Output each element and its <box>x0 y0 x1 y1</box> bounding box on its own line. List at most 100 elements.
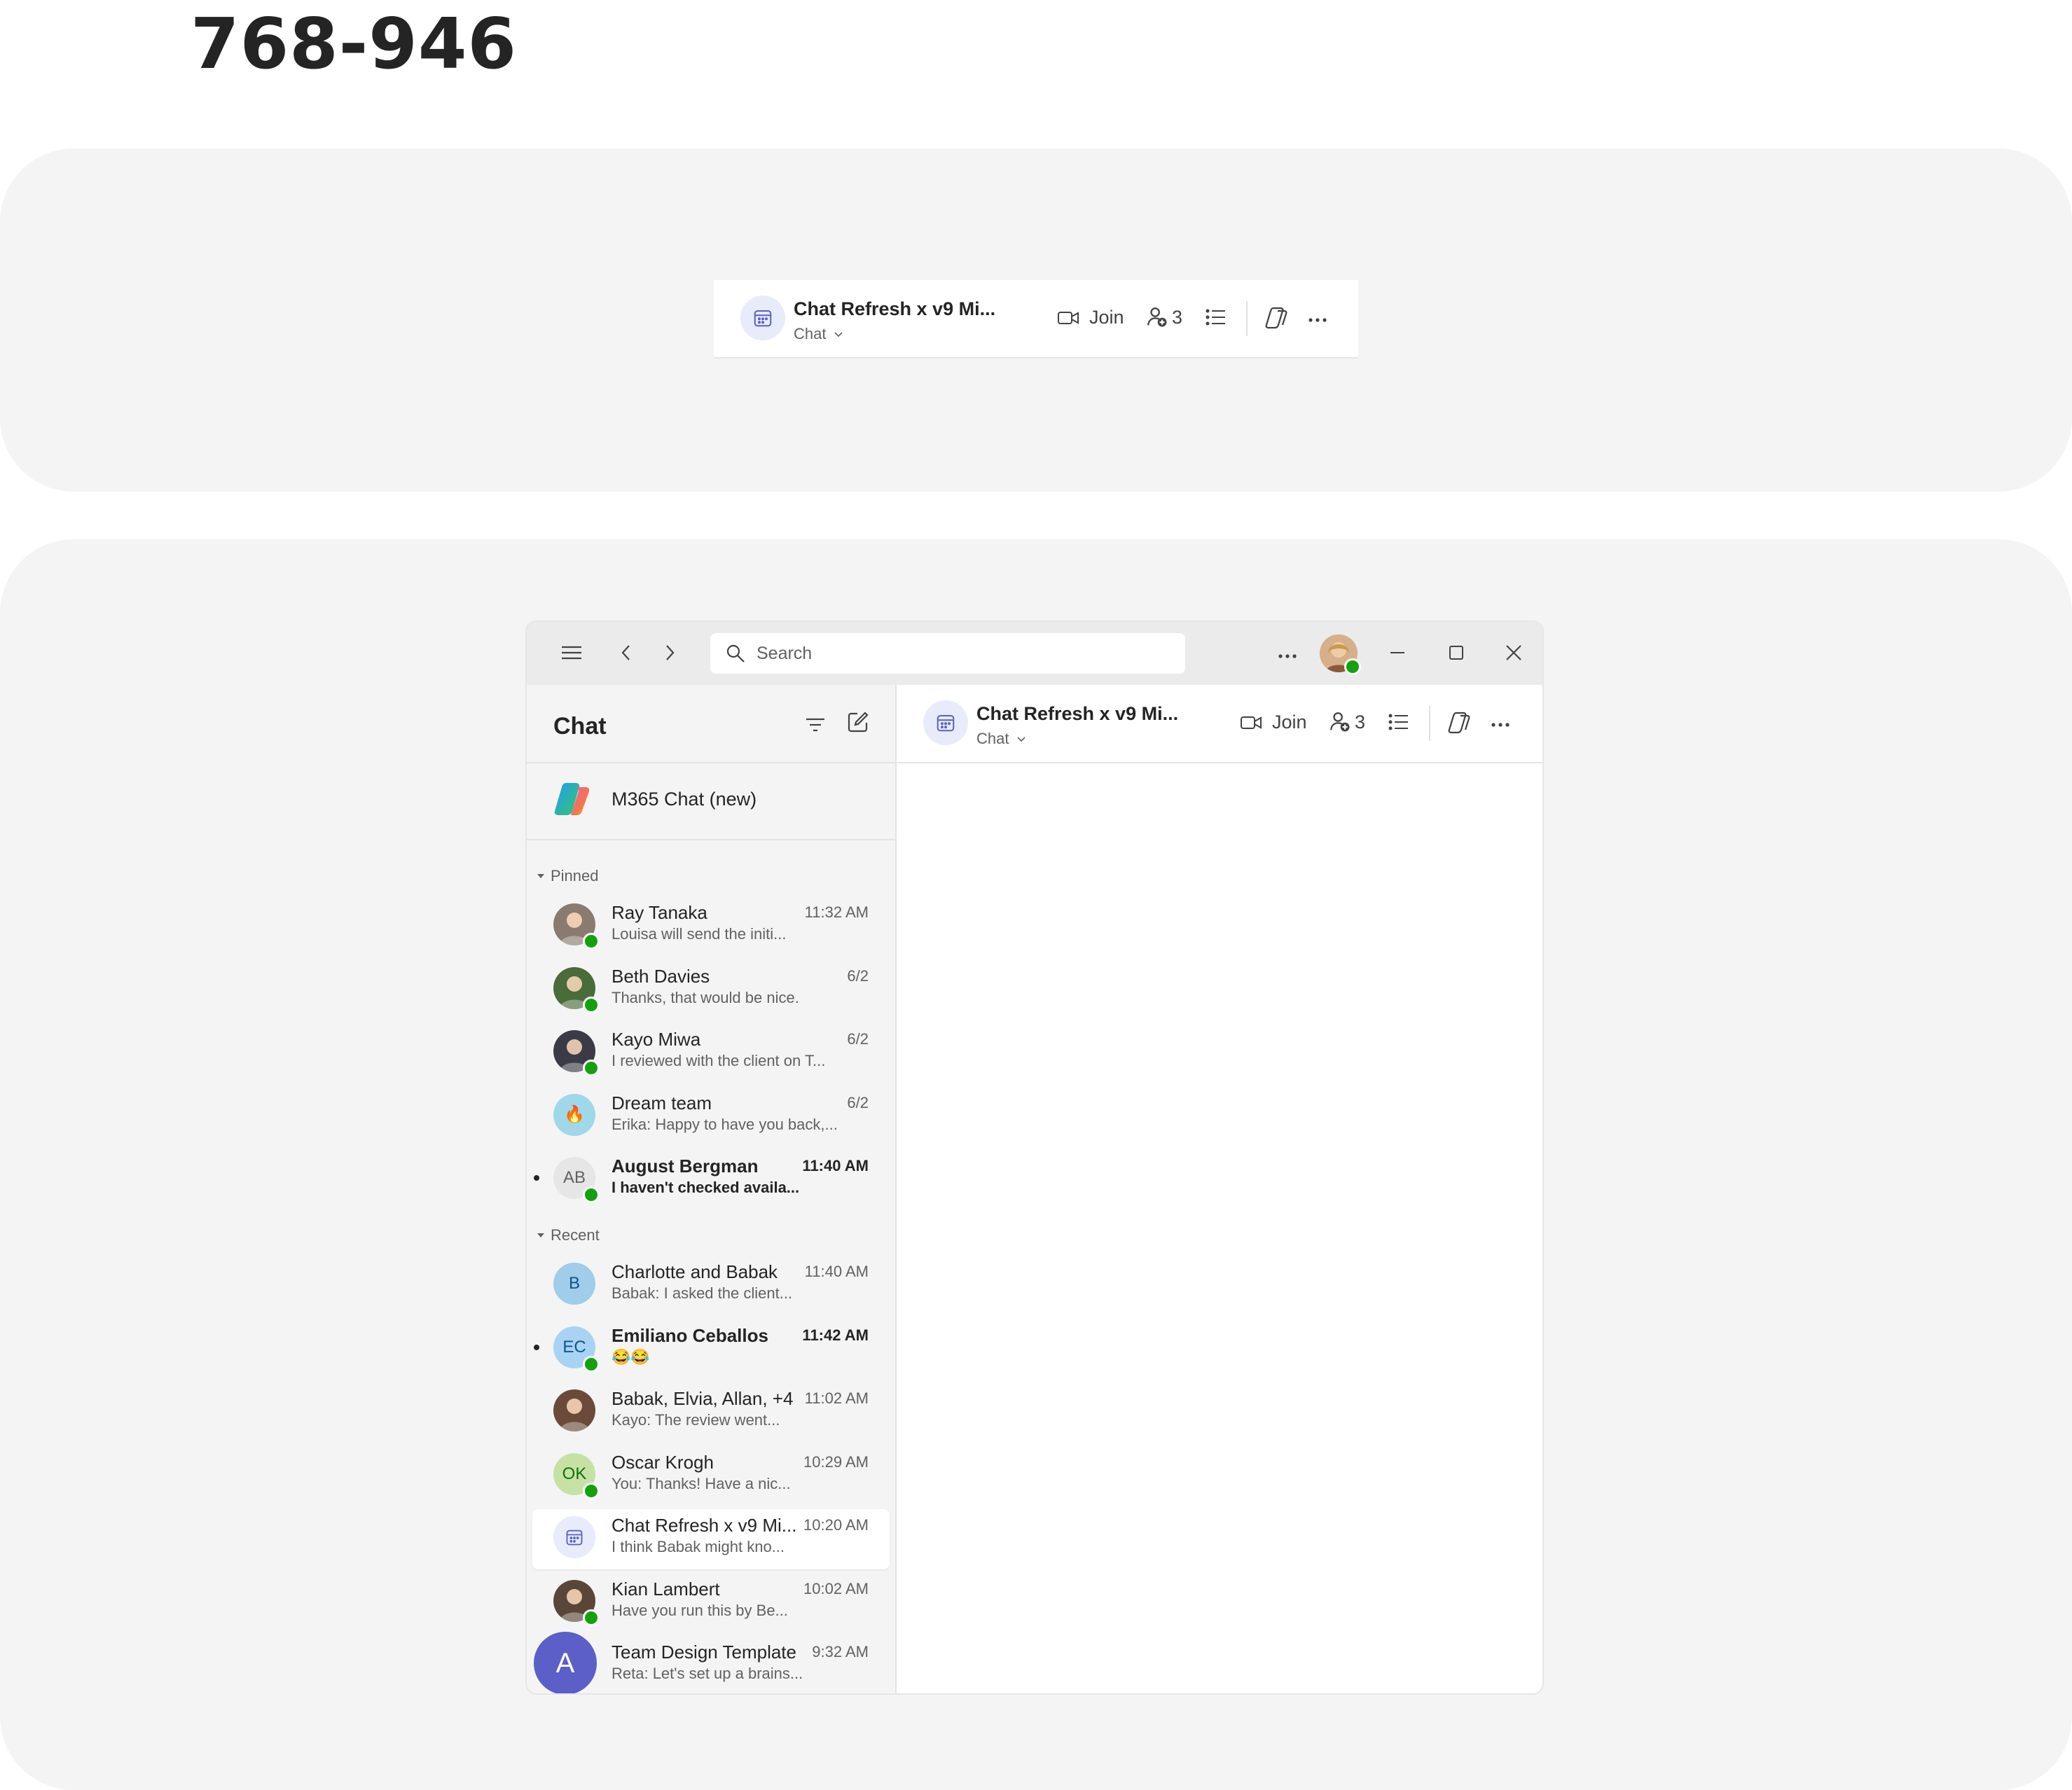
chat-preview: I haven't checked availa... <box>612 1179 800 1196</box>
more-horizontal-icon <box>1308 318 1327 322</box>
avatar-initials: A <box>555 1647 575 1679</box>
chat-preview: Reta: Let's set up a brains... <box>612 1665 803 1682</box>
search-placeholder: Search <box>757 643 813 663</box>
calendar-chat-avatar <box>740 296 785 340</box>
m365-chat-item[interactable]: M365 Chat (new) <box>527 762 895 839</box>
presence-badge <box>583 1609 600 1626</box>
chat-list-item[interactable]: 🔥 Dream team Erika: Happy to have you back… <box>532 1087 890 1147</box>
chat-preview: Thanks, that would be nice. <box>612 988 799 1006</box>
chat-subtitle-dropdown[interactable]: Chat <box>976 730 1027 748</box>
calendar-icon <box>754 310 772 327</box>
header-divider <box>1429 706 1430 741</box>
new-chat-button[interactable] <box>846 710 870 737</box>
chat-name: Charlotte and Babak <box>612 1261 778 1282</box>
forward-button[interactable] <box>661 640 678 669</box>
join-label: Join <box>1272 712 1307 733</box>
chat-list-item[interactable]: Ray Tanaka Louisa will send the initi... 1… <box>532 896 890 957</box>
chat-preview: Kayo: The review went... <box>612 1411 780 1429</box>
agenda-list-button[interactable] <box>1388 713 1409 735</box>
agenda-list-button[interactable] <box>1206 308 1227 330</box>
person-photo-icon <box>559 1399 590 1431</box>
search-input[interactable]: Search <box>710 633 1185 674</box>
chat-list-item[interactable]: Kian Lambert Have you run this by Be... 10… <box>532 1573 890 1633</box>
chat-subtitle-label: Chat <box>794 325 827 342</box>
copilot-button[interactable] <box>1264 305 1291 334</box>
caret-down-icon <box>537 874 544 878</box>
copilot-logo-icon <box>554 783 590 815</box>
chat-timestamp: 10:29 AM <box>803 1452 869 1471</box>
avatar: A <box>534 1632 597 1693</box>
participants-button[interactable]: 3 <box>1328 710 1365 734</box>
chat-preview: 😂😂 <box>612 1347 650 1366</box>
chat-header: Chat Refresh x v9 Mi... Chat Join 3 <box>897 685 1542 763</box>
close-button[interactable] <box>1505 640 1523 669</box>
chevron-left-icon <box>621 645 630 660</box>
calendar-icon <box>937 715 955 732</box>
avatar <box>553 1389 595 1431</box>
minimize-button[interactable] <box>1388 640 1407 669</box>
more-options-button[interactable] <box>1308 314 1327 326</box>
chat-name: Kayo Miwa <box>612 1029 701 1050</box>
chat-list-item[interactable]: B Charlotte and Babak Babak: I asked the c… <box>532 1256 890 1316</box>
chevron-right-icon <box>666 645 675 660</box>
more-options-button[interactable] <box>1491 719 1510 731</box>
chat-list-item[interactable]: OK Oscar Krogh You: Thanks! Have a nic... 1… <box>532 1446 890 1506</box>
copilot-icon <box>1448 712 1470 734</box>
join-button[interactable]: Join <box>1057 307 1124 328</box>
chat-name: August Bergman <box>612 1156 759 1177</box>
hamburger-menu-button[interactable] <box>560 640 583 669</box>
chat-name: Beth Davies <box>612 965 710 987</box>
title-bar: Search <box>527 622 1542 685</box>
chat-timestamp: 11:40 AM <box>802 1157 869 1174</box>
avatar-initials: OK <box>562 1464 587 1483</box>
join-button[interactable]: Join <box>1240 712 1307 733</box>
chat-list-item[interactable]: Babak, Elvia, Allan, +4 Kayo: The review … <box>532 1382 890 1443</box>
filter-button[interactable] <box>804 714 827 739</box>
chat-preview: I reviewed with the client on T... <box>612 1052 826 1069</box>
chat-list-item[interactable]: A Team Design Template Reta: Let's set up … <box>532 1632 890 1693</box>
avatar: B <box>553 1263 595 1305</box>
chat-name: Ray Tanaka <box>612 902 707 923</box>
chat-list-item[interactable]: Chat Refresh x v9 Mi... I think Babak mig… <box>532 1509 890 1569</box>
chat-timestamp: 6/2 <box>847 1030 869 1048</box>
presence-badge <box>583 1060 600 1076</box>
caret-down-icon <box>537 1233 544 1237</box>
chat-timestamp: 6/2 <box>847 966 869 985</box>
chat-list-item[interactable]: Kayo Miwa I reviewed with the client on T… <box>532 1023 890 1083</box>
recent-section-header[interactable]: Recent <box>537 1226 600 1244</box>
avatar-initials: AB <box>562 1168 586 1187</box>
presence-badge <box>583 1186 600 1203</box>
chat-list-item[interactable]: Beth Davies Thanks, that would be nice. 6/… <box>532 960 890 1020</box>
sidebar-divider <box>527 839 895 840</box>
recent-section-label: Recent <box>551 1226 600 1244</box>
chat-name: Chat Refresh x v9 Mi... <box>612 1515 797 1536</box>
participants-button[interactable]: 3 <box>1145 305 1182 329</box>
back-button[interactable] <box>618 640 635 669</box>
chat-list-item[interactable]: EC Emiliano Ceballos 😂😂 11:42 AM <box>532 1319 890 1380</box>
search-icon <box>726 644 745 662</box>
chat-timestamp: 11:42 AM <box>802 1326 869 1344</box>
chat-preview: Louisa will send the initi... <box>612 925 787 943</box>
header-divider <box>1246 301 1248 336</box>
chat-name: Team Design Template <box>612 1642 796 1663</box>
unread-dot <box>534 1344 539 1350</box>
chat-preview: Babak: I asked the client... <box>612 1284 793 1302</box>
more-horizontal-icon <box>1278 654 1297 658</box>
participant-count: 3 <box>1355 711 1366 733</box>
bullet-list-icon <box>1388 714 1408 730</box>
profile-presence-badge <box>1344 658 1361 675</box>
presence-badge <box>583 996 600 1013</box>
pinned-section-header[interactable]: Pinned <box>537 867 599 885</box>
maximize-button[interactable] <box>1447 640 1465 669</box>
participant-count: 3 <box>1172 306 1183 328</box>
people-add-icon <box>1147 307 1167 327</box>
titlebar-more-button[interactable] <box>1278 650 1297 662</box>
filter-icon <box>806 718 824 732</box>
chat-main-pane: Chat Refresh x v9 Mi... Chat Join 3 <box>897 685 1542 1693</box>
chat-subtitle-label: Chat <box>976 730 1009 747</box>
chat-title: Chat Refresh x v9 Mi... <box>794 298 996 319</box>
chat-timestamp: 11:40 AM <box>804 1263 869 1280</box>
copilot-button[interactable] <box>1447 710 1474 739</box>
chat-subtitle-dropdown[interactable]: Chat <box>794 325 844 343</box>
chat-list-item[interactable]: AB August Bergman I haven't checked availa… <box>532 1150 890 1210</box>
